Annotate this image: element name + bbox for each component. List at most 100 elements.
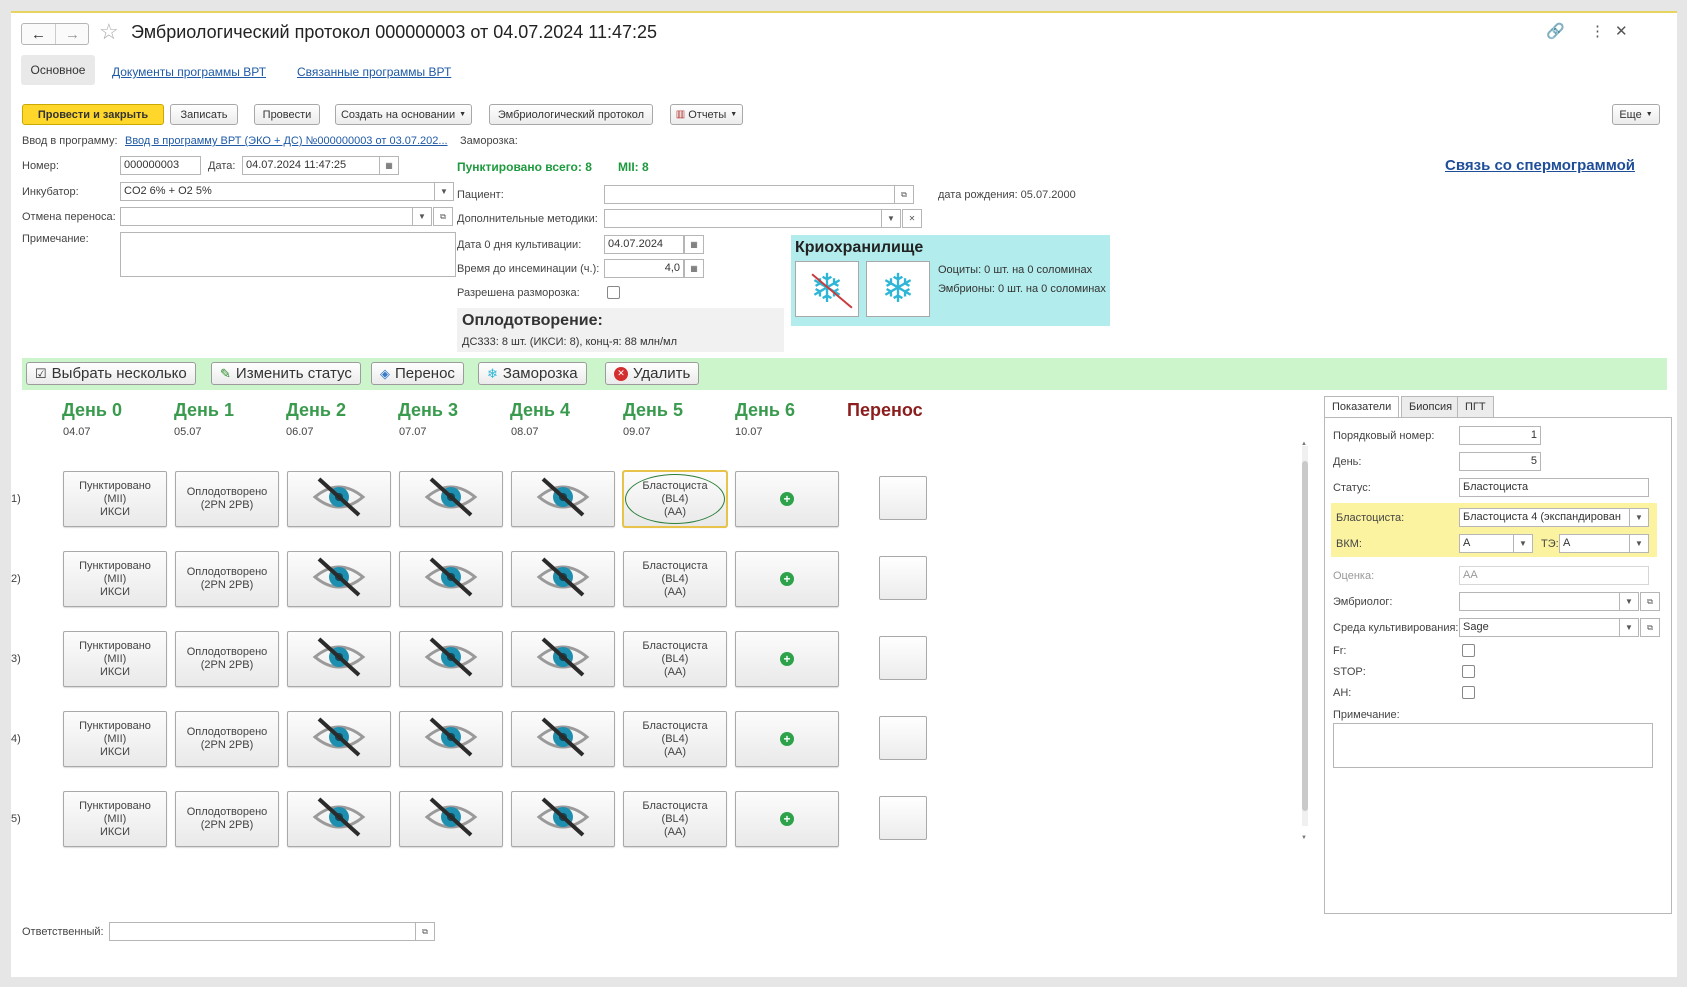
cell-blastocyst[interactable]: Бластоциста (BL4) (AA) (622, 470, 728, 528)
open-icon[interactable]: ⧉ (1640, 592, 1660, 611)
date-field[interactable]: 04.07.2024 11:47:25 (242, 156, 384, 175)
tab-art-documents[interactable]: Документы программы ВРТ (112, 65, 266, 79)
embryo-protocol-button[interactable]: Эмбриологический протокол (489, 104, 653, 125)
day-field[interactable]: 5 (1459, 452, 1541, 471)
post-button[interactable]: Провести (254, 104, 320, 125)
medium-field[interactable]: Sage (1459, 618, 1621, 637)
insemination-field[interactable]: 4,0 (604, 259, 684, 278)
more-button[interactable]: Еще ▼ (1612, 104, 1660, 125)
cell-fertilized[interactable]: Оплодотворено (2PN 2PB) (175, 631, 279, 687)
cell-hidden[interactable] (399, 471, 503, 527)
scroll-up-icon[interactable]: ▲ (1301, 441, 1307, 447)
panel-note-textarea[interactable] (1333, 723, 1653, 768)
responsible-field[interactable] (109, 922, 416, 941)
cell-hidden[interactable] (511, 631, 615, 687)
cryo-embryos-button[interactable]: ❄ (866, 261, 930, 317)
cell-add[interactable]: + (735, 711, 839, 767)
transfer-slot[interactable] (879, 716, 927, 760)
open-icon[interactable]: ⧉ (433, 207, 453, 226)
incubator-field[interactable]: CO2 6% + O2 5% (120, 182, 436, 201)
forward-arrow-icon[interactable]: → (56, 24, 89, 44)
back-arrow-icon[interactable]: ← (22, 24, 56, 44)
cell-punctured[interactable]: Пунктировано (MII) ИКСИ (63, 791, 167, 847)
chevron-down-icon[interactable]: ▼ (434, 182, 454, 201)
tab-biopsy[interactable]: Биопсия (1401, 396, 1461, 418)
open-icon[interactable]: ⧉ (415, 922, 435, 941)
freeze-button[interactable]: ❄ Заморозка (478, 362, 587, 385)
calendar-icon[interactable]: ▦ (684, 235, 704, 254)
transfer-slot[interactable] (879, 476, 927, 520)
cell-hidden[interactable] (287, 551, 391, 607)
cell-punctured[interactable]: Пунктировано (MII) ИКСИ (63, 711, 167, 767)
cell-hidden[interactable] (511, 791, 615, 847)
cell-hidden[interactable] (287, 631, 391, 687)
cell-punctured[interactable]: Пунктировано (MII) ИКСИ (63, 551, 167, 607)
cell-hidden[interactable] (511, 711, 615, 767)
transfer-slot[interactable] (879, 796, 927, 840)
tab-related-programs[interactable]: Связанные программы ВРТ (297, 65, 451, 79)
transfer-button[interactable]: ◈ Перенос (371, 362, 464, 385)
more-vertical-icon[interactable]: ⋮ (1590, 22, 1605, 40)
select-many-button[interactable]: ☑ Выбрать несколько (26, 362, 196, 385)
fr-checkbox[interactable] (1462, 644, 1475, 657)
cell-fertilized[interactable]: Оплодотворено (2PN 2PB) (175, 711, 279, 767)
stop-checkbox[interactable] (1462, 665, 1475, 678)
patient-field[interactable] (604, 185, 895, 204)
cell-hidden[interactable] (511, 471, 615, 527)
chevron-down-icon[interactable]: ▼ (1629, 508, 1649, 527)
cell-fertilized[interactable]: Оплодотворено (2PN 2PB) (175, 791, 279, 847)
cell-hidden[interactable] (399, 791, 503, 847)
chevron-down-icon[interactable]: ▼ (1619, 592, 1639, 611)
tab-main[interactable]: Основное (21, 55, 95, 85)
thaw-checkbox[interactable] (607, 286, 620, 299)
link-icon[interactable]: 🔗 (1546, 22, 1565, 40)
cell-hidden[interactable] (399, 631, 503, 687)
save-button[interactable]: Записать (170, 104, 238, 125)
clear-icon[interactable]: ✕ (902, 209, 922, 228)
chevron-down-icon[interactable]: ▼ (881, 209, 901, 228)
te-field[interactable]: A (1559, 534, 1631, 553)
cell-hidden[interactable] (399, 711, 503, 767)
cell-blastocyst[interactable]: Бластоциста (BL4) (AA) (623, 791, 727, 847)
cell-punctured[interactable]: Пунктировано (MII) ИКСИ (63, 471, 167, 527)
cell-hidden[interactable] (511, 551, 615, 607)
cell-add[interactable]: + (735, 471, 839, 527)
order-field[interactable]: 1 (1459, 426, 1541, 445)
scroll-thumb[interactable] (1302, 461, 1308, 811)
ah-checkbox[interactable] (1462, 686, 1475, 699)
transfer-slot[interactable] (879, 556, 927, 600)
tab-pgt[interactable]: ПГТ (1457, 396, 1494, 418)
chevron-down-icon[interactable]: ▼ (1513, 534, 1533, 553)
grid-scrollbar[interactable] (1302, 446, 1308, 826)
cell-blastocyst[interactable]: Бластоциста (BL4) (AA) (623, 711, 727, 767)
open-icon[interactable]: ⧉ (894, 185, 914, 204)
calendar-icon[interactable]: ▦ (379, 156, 399, 175)
tab-indicators[interactable]: Показатели (1324, 396, 1400, 418)
close-icon[interactable]: ✕ (1615, 22, 1628, 40)
extra-methods-field[interactable] (604, 209, 883, 228)
cell-fertilized[interactable]: Оплодотворено (2PN 2PB) (175, 471, 279, 527)
blast-field[interactable]: Бластоциста 4 (экспандирован (1459, 508, 1631, 527)
cell-add[interactable]: + (735, 631, 839, 687)
calculator-icon[interactable]: ▦ (684, 259, 704, 278)
open-icon[interactable]: ⧉ (1640, 618, 1660, 637)
cryo-oocytes-button[interactable]: ❄ (795, 261, 859, 317)
program-link[interactable]: Ввод в программу ВРТ (ЭКО + ДС) №0000000… (125, 135, 453, 147)
cell-add[interactable]: + (735, 791, 839, 847)
cell-blastocyst[interactable]: Бластоциста (BL4) (AA) (623, 631, 727, 687)
chevron-down-icon[interactable]: ▼ (1629, 534, 1649, 553)
transfer-slot[interactable] (879, 636, 927, 680)
cell-punctured[interactable]: Пунктировано (MII) ИКСИ (63, 631, 167, 687)
cell-add[interactable]: + (735, 551, 839, 607)
day0-field[interactable]: 04.07.2024 (604, 235, 684, 254)
create-basis-button[interactable]: Создать на основании ▼ (335, 104, 472, 125)
scroll-down-icon[interactable]: ▼ (1301, 835, 1307, 841)
change-status-button[interactable]: ✎ Изменить статус (211, 362, 361, 385)
cell-blastocyst[interactable]: Бластоциста (BL4) (AA) (623, 551, 727, 607)
cell-hidden[interactable] (287, 471, 391, 527)
chevron-down-icon[interactable]: ▼ (412, 207, 432, 226)
number-field[interactable]: 000000003 (120, 156, 201, 175)
chevron-down-icon[interactable]: ▼ (1619, 618, 1639, 637)
favorite-star-icon[interactable]: ☆ (99, 19, 119, 45)
embryologist-field[interactable] (1459, 592, 1621, 611)
